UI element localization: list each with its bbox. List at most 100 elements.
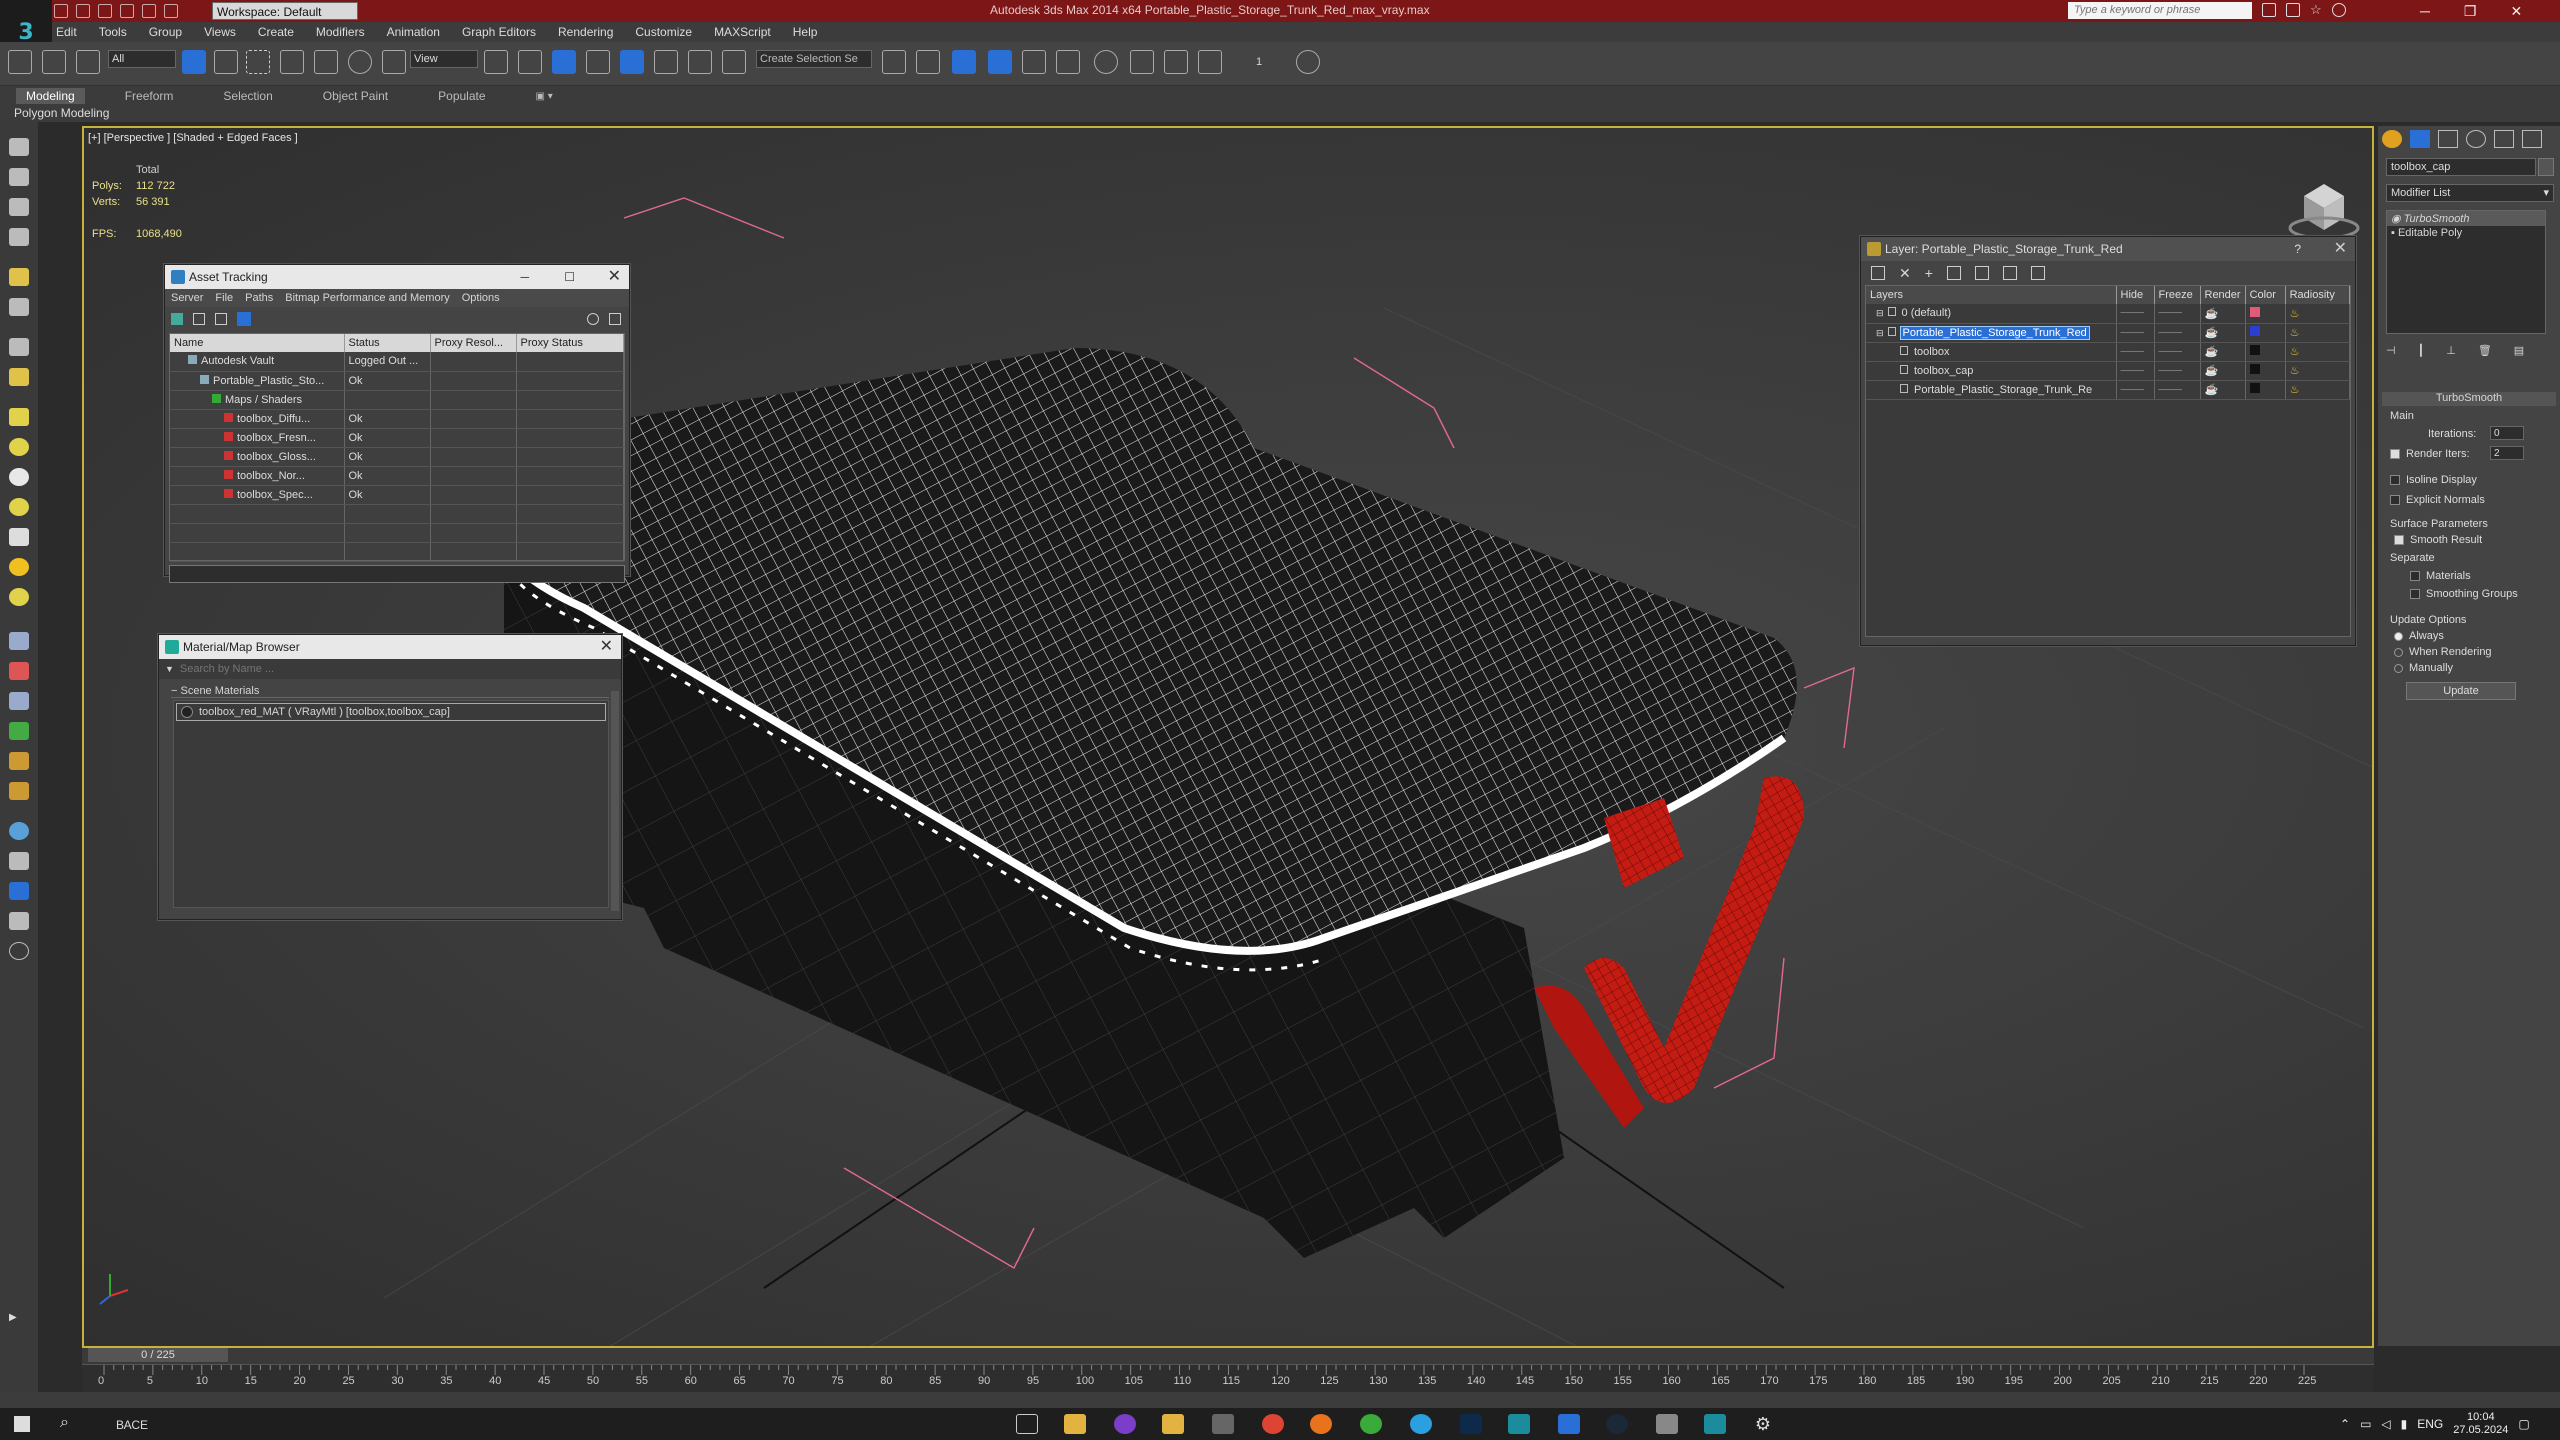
key-icon[interactable] (2286, 3, 2300, 17)
asset-path-field[interactable] (169, 565, 625, 583)
help-icon[interactable]: ? (2294, 237, 2301, 261)
notification-icon[interactable]: ▢ (2518, 1417, 2529, 1431)
col-status[interactable]: Status (344, 334, 431, 352)
manually-radio[interactable] (2394, 663, 2403, 673)
rendered-frame-icon[interactable] (1164, 50, 1188, 74)
always-radio[interactable] (2394, 631, 2403, 641)
table-icon[interactable] (215, 313, 227, 325)
vray-icon[interactable] (9, 782, 29, 800)
col-render[interactable]: Render (2200, 286, 2246, 304)
expand-icon[interactable]: ⊟ (1876, 328, 1884, 338)
scene-materials-header[interactable]: − Scene Materials (171, 685, 609, 698)
freeze-cell[interactable]: ─── (2154, 323, 2201, 343)
close-icon[interactable]: ✕ (608, 265, 621, 289)
display-tab-icon[interactable] (2494, 130, 2514, 148)
asset-row[interactable]: toolbox_Fresn... Ok (170, 428, 624, 448)
menu-edit[interactable]: Edit (56, 25, 77, 39)
scale-icon[interactable] (382, 50, 406, 74)
selection-filter-dropdown[interactable]: All (108, 50, 176, 68)
render-setup-icon[interactable] (1130, 50, 1154, 74)
render-icon[interactable] (9, 852, 29, 870)
color-swatch-cell[interactable] (2245, 323, 2286, 343)
question-icon[interactable] (9, 942, 29, 960)
when-rendering-radio[interactable] (2394, 647, 2403, 657)
menu-options[interactable]: Options (462, 292, 500, 304)
search-dropdown-icon[interactable]: ▼ (165, 664, 174, 674)
isoline-row[interactable]: Isoline Display (2390, 474, 2477, 486)
pivot-icon[interactable] (484, 50, 508, 74)
edit-named-sel-icon[interactable] (722, 50, 746, 74)
snap-toggle-icon[interactable] (586, 50, 610, 74)
menu-customize[interactable]: Customize (635, 25, 692, 39)
script-icon[interactable] (9, 882, 29, 900)
window-crossing-icon[interactable] (280, 50, 304, 74)
delete-layer-icon[interactable]: ✕ (1899, 265, 1911, 282)
messenger-icon[interactable] (1360, 1414, 1382, 1434)
chrome-icon[interactable] (1262, 1414, 1284, 1434)
freeze-cell[interactable]: ─── (2154, 380, 2201, 400)
menu-rendering[interactable]: Rendering (558, 25, 613, 39)
radiosity-icon[interactable]: ♨ (2285, 361, 2351, 381)
select-by-name-icon[interactable] (214, 50, 238, 74)
tray-chevron-icon[interactable]: ⌃ (2340, 1417, 2350, 1431)
workspace-dropdown[interactable]: Workspace: Default (212, 2, 358, 20)
col-hide[interactable]: Hide (2116, 286, 2155, 304)
lightbulb-icon[interactable]: ◉ (2391, 213, 2404, 225)
keyboard-shortcut-icon[interactable] (552, 50, 576, 74)
grid-view-icon[interactable] (237, 312, 251, 326)
layer-row[interactable]: toolbox_cap ─── ─── ☕ ♨ (1866, 361, 2351, 381)
motion-tab-icon[interactable] (2466, 130, 2486, 148)
maximize-icon[interactable]: ☐ (564, 265, 575, 289)
layer-row[interactable]: ⊟ 0 (default) ─── ─── ☕ ♨ (1866, 304, 2351, 324)
material-editor-icon[interactable] (1094, 50, 1118, 74)
undo-icon[interactable] (120, 4, 134, 18)
reference-coordinate-dropdown[interactable]: View (410, 50, 478, 68)
help-icon[interactable] (587, 313, 599, 325)
explicit-normals-checkbox[interactable] (2390, 495, 2400, 506)
radiosity-icon[interactable]: ♨ (2285, 342, 2351, 362)
render-teapot-icon[interactable]: ☕ (2200, 342, 2246, 362)
object-name-field[interactable] (2386, 158, 2536, 176)
bind-space-warp-icon[interactable] (76, 50, 100, 74)
calculator-icon[interactable] (1212, 1414, 1234, 1434)
col-proxy-resolution[interactable]: Proxy Resol... (430, 334, 517, 352)
align-icon[interactable] (916, 50, 940, 74)
keyword-search-input[interactable] (2068, 2, 2252, 19)
scene-explorer-icon[interactable] (9, 822, 29, 840)
vray-frame-buffer-icon[interactable] (1296, 50, 1320, 74)
menu-bitmap-performance[interactable]: Bitmap Performance and Memory (285, 292, 449, 304)
network-icon[interactable]: ▭ (2360, 1417, 2371, 1431)
settings-icon[interactable] (609, 313, 621, 325)
make-unique-icon[interactable]: ⊥ (2446, 344, 2456, 357)
render-iters-row[interactable]: Render Iters: (2390, 448, 2470, 460)
select-manipulate-icon[interactable] (518, 50, 542, 74)
when-rendering-row[interactable]: When Rendering (2394, 646, 2492, 658)
freeze-cell[interactable]: ─── (2154, 361, 2201, 381)
menu-tools[interactable]: Tools (99, 25, 127, 39)
add-to-layer-icon[interactable]: + (1925, 265, 1933, 281)
star-icon[interactable]: ☆ (2310, 3, 2322, 17)
taskbar-search-text[interactable]: ВАСЕ (116, 1418, 148, 1432)
smoothing-groups-row[interactable]: Smoothing Groups (2410, 588, 2518, 600)
angle-snap-icon[interactable] (620, 50, 644, 74)
menu-modifiers[interactable]: Modifiers (316, 25, 365, 39)
create-icon[interactable] (9, 138, 29, 156)
hide-cell[interactable]: ─── (2116, 361, 2155, 381)
always-row[interactable]: Always (2394, 630, 2444, 642)
language-indicator[interactable]: ENG (2417, 1417, 2443, 1431)
radiosity-icon[interactable]: ♨ (2285, 380, 2351, 400)
tab-selection[interactable]: Selection (213, 88, 282, 104)
asset-row[interactable]: Portable_Plastic_Sto... Ok (170, 371, 624, 391)
motion-icon[interactable] (9, 228, 29, 246)
link-icon[interactable] (8, 50, 32, 74)
render-teapot-icon[interactable]: ☕ (2200, 380, 2246, 400)
modify-tab-icon[interactable] (2410, 130, 2430, 148)
windows-start-icon[interactable] (14, 1416, 30, 1432)
list-icon[interactable] (193, 313, 205, 325)
minimize-icon[interactable]: ─ (2420, 3, 2430, 19)
isoline-checkbox[interactable] (2390, 475, 2400, 486)
ribbon-toggle-icon[interactable] (988, 50, 1012, 74)
pyramid-primitive-icon[interactable] (9, 528, 29, 546)
taskbar-search-icon[interactable]: ⌕ (60, 1414, 69, 1432)
modify-icon[interactable] (9, 168, 29, 186)
